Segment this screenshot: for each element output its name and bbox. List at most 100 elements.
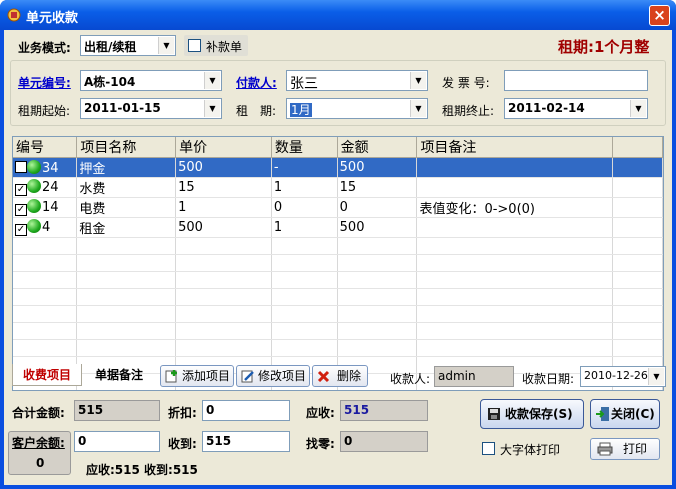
row-qty[interactable]: - (271, 157, 338, 178)
delete-icon (317, 370, 330, 383)
row-price[interactable]: 500 (175, 157, 272, 178)
invoice-input[interactable] (504, 70, 648, 91)
row-note[interactable] (416, 217, 614, 238)
business-mode-select[interactable]: 出租/续租 ▼ (80, 35, 176, 56)
row-price[interactable]: 1 (175, 197, 272, 218)
col-header-name[interactable]: 项目名称 (76, 137, 177, 158)
row-id-cell[interactable]: ✓ 24 (13, 177, 78, 198)
close-label: 关闭(C) (611, 407, 655, 421)
receivable-label: 应收: (306, 406, 335, 420)
edit-item-label: 修改项目 (258, 369, 307, 383)
close-button[interactable]: 关闭(C) (590, 399, 660, 429)
empty-row (13, 288, 663, 306)
edit-icon (241, 370, 254, 383)
business-mode-label: 业务模式: (18, 41, 71, 55)
customer-balance-input[interactable]: 0 (74, 431, 160, 452)
add-icon (165, 370, 177, 383)
row-id: 34 (42, 160, 59, 176)
row-id-cell[interactable]: ✓ 4 (13, 217, 78, 238)
close-window-button[interactable]: × (649, 5, 670, 26)
large-font-checkbox[interactable] (482, 442, 495, 455)
add-item-button[interactable]: 添加项目 (160, 365, 234, 387)
col-header-note[interactable]: 项目备注 (416, 137, 614, 158)
chevron-down-icon[interactable]: ▼ (158, 37, 174, 54)
row-name[interactable]: 押金 (76, 157, 177, 178)
delete-label: 删除 (337, 369, 362, 383)
start-label: 租期起始: (18, 104, 71, 118)
row-qty[interactable]: 0 (271, 197, 338, 218)
row-name[interactable]: 电费 (76, 197, 177, 218)
invoice-label: 发 票 号: (442, 76, 490, 90)
window-title: 单元收款 (26, 11, 79, 26)
col-header-id[interactable]: 编号 (13, 137, 78, 158)
col-header-amount[interactable]: 金额 (337, 137, 418, 158)
row-amount[interactable]: 500 (337, 217, 418, 238)
chevron-down-icon[interactable]: ▼ (204, 100, 220, 117)
title-bar[interactable]: 单元收款 × (0, 0, 676, 30)
delete-button[interactable]: 删除 (312, 365, 368, 387)
app-window: 单元收款 × 业务模式: 出租/续租 ▼ 补款单 租期:1个月整 单元编号: A… (0, 0, 676, 489)
customer-balance-box[interactable]: 客户余额: 0 (8, 431, 71, 475)
date-select[interactable]: 2010-12-26 ▼ (580, 366, 666, 387)
table-row[interactable]: ✓ 24 水费 15 1 15 (13, 177, 663, 198)
unit-no-link[interactable]: 单元编号: (18, 74, 71, 91)
row-name[interactable]: 水费 (76, 177, 177, 198)
end-date-select[interactable]: 2011-02-14 ▼ (504, 98, 648, 119)
row-id: 4 (42, 220, 51, 235)
period-select[interactable]: 1月 ▼ (286, 98, 428, 119)
supplement-checkbox-area[interactable]: 补款单 (184, 35, 248, 56)
chevron-down-icon[interactable]: ▼ (410, 72, 426, 89)
empty-row (13, 339, 663, 357)
row-qty[interactable]: 1 (271, 217, 338, 238)
table-row[interactable]: 34 押金 500 - 500 (13, 157, 663, 178)
chevron-down-icon[interactable]: ▼ (204, 72, 220, 89)
customer-balance-label[interactable]: 客户余额: (12, 434, 65, 451)
payer-select[interactable]: 张三 ▼ (286, 70, 428, 92)
print-button[interactable]: 打印 (590, 438, 660, 460)
row-price[interactable]: 15 (175, 177, 272, 198)
collector-label: 收款人: (390, 372, 431, 386)
col-header-qty[interactable]: 数量 (271, 137, 338, 158)
chevron-down-icon[interactable]: ▼ (648, 368, 664, 385)
row-name[interactable]: 租金 (76, 217, 177, 238)
row-checkbox[interactable]: ✓ (15, 184, 27, 196)
save-button[interactable]: 收款保存(S) (480, 399, 584, 429)
row-note[interactable]: 表值变化：0->0(0) (416, 197, 614, 218)
row-amount[interactable]: 0 (337, 197, 418, 218)
row-checkbox[interactable]: ✓ (15, 224, 27, 236)
supplement-checkbox[interactable] (188, 39, 201, 52)
edit-item-button[interactable]: 修改项目 (236, 365, 310, 387)
table-row[interactable]: ✓ 4 租金 500 1 500 (13, 217, 663, 238)
row-checkbox[interactable]: ✓ (15, 204, 27, 216)
items-grid[interactable]: 编号 项目名称 单价 数量 金额 项目备注 34 押金 500 - 500 ✓ … (12, 136, 664, 391)
row-id-cell[interactable]: 34 (13, 157, 78, 178)
total-field: 515 (74, 400, 160, 421)
row-amount[interactable]: 500 (337, 157, 418, 178)
empty-row (13, 237, 663, 255)
row-price[interactable]: 500 (175, 217, 272, 238)
chevron-down-icon[interactable]: ▼ (410, 100, 426, 117)
row-qty[interactable]: 1 (271, 177, 338, 198)
row-id-cell[interactable]: ✓ 14 (13, 197, 78, 218)
save-label: 收款保存(S) (505, 407, 573, 421)
period-banner: 租期:1个月整 (558, 38, 650, 56)
unit-no-select[interactable]: A栋-104 ▼ (80, 70, 222, 91)
row-note[interactable] (416, 177, 614, 198)
start-date-value: 2011-01-15 (84, 101, 161, 115)
chevron-down-icon[interactable]: ▼ (630, 100, 646, 117)
period-value: 1月 (290, 103, 312, 117)
row-amount[interactable]: 15 (337, 177, 418, 198)
col-header-price[interactable]: 单价 (175, 137, 272, 158)
row-checkbox[interactable] (15, 160, 27, 173)
received-input[interactable]: 515 (202, 431, 290, 452)
tab-charge-items[interactable]: 收费项目 (12, 364, 82, 386)
row-note[interactable] (416, 157, 614, 178)
unit-no-value: A栋-104 (84, 75, 136, 89)
table-row[interactable]: ✓ 14 电费 1 0 0 表值变化：0->0(0) (13, 197, 663, 218)
start-date-select[interactable]: 2011-01-15 ▼ (80, 98, 222, 119)
discount-input[interactable]: 0 (202, 400, 290, 421)
payer-link[interactable]: 付款人: (236, 74, 277, 91)
add-item-label: 添加项目 (182, 369, 231, 383)
end-date-value: 2011-02-14 (508, 101, 585, 115)
tab-bill-notes[interactable]: 单据备注 (84, 364, 154, 386)
